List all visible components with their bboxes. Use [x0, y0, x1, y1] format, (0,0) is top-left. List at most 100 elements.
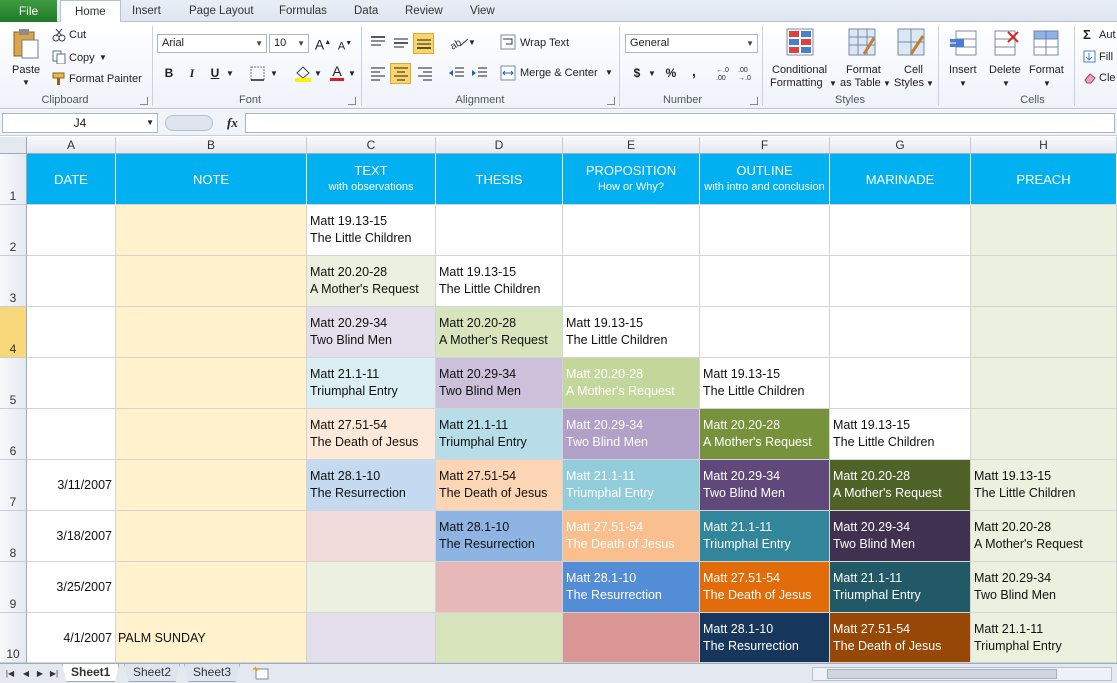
cell-a3[interactable] — [27, 256, 116, 307]
fill-color-dropdown-icon[interactable]: ▼ — [314, 69, 322, 78]
cell-g4[interactable] — [830, 307, 971, 358]
cell-g2[interactable] — [830, 205, 971, 256]
row-header-3[interactable]: 3 — [0, 256, 27, 307]
cell-a6[interactable] — [27, 409, 116, 460]
last-sheet-icon[interactable]: ▶| — [48, 667, 60, 681]
delete-button[interactable]: Delete — [989, 64, 1021, 76]
cell-h4[interactable] — [971, 307, 1117, 358]
merge-dropdown-icon[interactable]: ▼ — [605, 68, 613, 77]
cell-c3[interactable]: Matt 20.20-28 A Mother's Request — [307, 256, 436, 307]
cell-g7[interactable]: Matt 20.20-28 A Mother's Request — [830, 460, 971, 511]
cell-c4[interactable]: Matt 20.29-34 Two Blind Men — [307, 307, 436, 358]
cell-e3[interactable] — [563, 256, 700, 307]
align-middle-icon[interactable] — [392, 34, 410, 50]
cell-b9[interactable] — [116, 562, 307, 613]
header-cell-h[interactable]: PREACH — [971, 154, 1117, 205]
row-header-2[interactable]: 2 — [0, 205, 27, 256]
cell-d3[interactable]: Matt 19.13-15 The Little Children — [436, 256, 563, 307]
fill-button[interactable]: Fill — [1099, 51, 1113, 63]
font-launcher-icon[interactable] — [348, 97, 356, 105]
font-name-select[interactable]: Arial ▼ — [157, 34, 267, 53]
cell-b4[interactable] — [116, 307, 307, 358]
row-header-5[interactable]: 5 — [0, 358, 27, 409]
cell-f2[interactable] — [700, 205, 830, 256]
align-bottom-button[interactable] — [413, 33, 434, 54]
row-header-6[interactable]: 6 — [0, 409, 27, 460]
formula-input[interactable] — [245, 113, 1115, 133]
tab-formulas[interactable]: Formulas — [279, 0, 327, 22]
cell-h10[interactable]: Matt 21.1-11 Triumphal Entry — [971, 613, 1117, 663]
cell-g6[interactable]: Matt 19.13-15 The Little Children — [830, 409, 971, 460]
row-header-9[interactable]: 9 — [0, 562, 27, 613]
tab-home[interactable]: Home — [60, 0, 121, 23]
scrollbar-thumb[interactable] — [827, 669, 1057, 679]
column-header-h[interactable]: H — [971, 137, 1117, 154]
decrease-decimal-icon[interactable]: .00→.0 — [738, 64, 758, 82]
cell-d9[interactable] — [436, 562, 563, 613]
horizontal-scrollbar[interactable] — [812, 667, 1112, 681]
currency-button[interactable]: $ — [628, 64, 646, 82]
italic-button[interactable]: I — [183, 64, 201, 82]
underline-dropdown-icon[interactable]: ▼ — [226, 69, 234, 78]
cell-d4[interactable]: Matt 20.20-28 A Mother's Request — [436, 307, 563, 358]
cell-e8[interactable]: Matt 27.51-54 The Death of Jesus — [563, 511, 700, 562]
cell-a9[interactable]: 3/25/2007 — [27, 562, 116, 613]
header-cell-b[interactable]: NOTE — [116, 154, 307, 205]
column-header-e[interactable]: E — [563, 137, 700, 154]
tab-file[interactable]: File — [0, 0, 57, 22]
header-cell-d[interactable]: THESIS — [436, 154, 563, 205]
header-cell-g[interactable]: MARINADE — [830, 154, 971, 205]
formula-bar-splitter[interactable] — [165, 115, 213, 131]
paste-icon[interactable] — [12, 28, 40, 60]
orientation-dropdown-icon[interactable]: ▼ — [468, 38, 476, 47]
format-button[interactable]: Format — [1029, 64, 1064, 76]
cell-a7[interactable]: 3/11/2007 — [27, 460, 116, 511]
cell-b6[interactable] — [116, 409, 307, 460]
cell-h3[interactable] — [971, 256, 1117, 307]
borders-dropdown-icon[interactable]: ▼ — [270, 69, 278, 78]
cell-d6[interactable]: Matt 21.1-11 Triumphal Entry — [436, 409, 563, 460]
grow-font-button[interactable]: A▲ — [314, 34, 332, 53]
sheet-tab-2[interactable]: Sheet2 — [124, 664, 181, 682]
align-center-button[interactable] — [390, 63, 411, 84]
column-header-d[interactable]: D — [436, 137, 563, 154]
insert-button[interactable]: Insert — [949, 64, 977, 76]
cell-e5[interactable]: Matt 20.20-28 A Mother's Request — [563, 358, 700, 409]
cell-d2[interactable] — [436, 205, 563, 256]
row-header-8[interactable]: 8 — [0, 511, 27, 562]
cell-e6[interactable]: Matt 20.29-34 Two Blind Men — [563, 409, 700, 460]
conditional-dropdown-icon[interactable]: ▼ — [829, 79, 837, 88]
header-cell-a[interactable]: DATE — [27, 154, 116, 205]
format-table-dropdown-icon[interactable]: ▼ — [883, 79, 891, 88]
cell-g8[interactable]: Matt 20.29-34 Two Blind Men — [830, 511, 971, 562]
cell-b8[interactable] — [116, 511, 307, 562]
number-launcher-icon[interactable] — [750, 97, 758, 105]
currency-dropdown-icon[interactable]: ▼ — [648, 69, 656, 78]
cell-g5[interactable] — [830, 358, 971, 409]
column-header-b[interactable]: B — [116, 137, 307, 154]
cell-a5[interactable] — [27, 358, 116, 409]
header-cell-f[interactable]: OUTLINE with intro and conclusion — [700, 154, 830, 205]
tab-review[interactable]: Review — [405, 0, 443, 22]
cell-b7[interactable] — [116, 460, 307, 511]
delete-dropdown-icon[interactable]: ▼ — [1002, 79, 1010, 88]
cell-c2[interactable]: Matt 19.13-15 The Little Children — [307, 205, 436, 256]
cell-h2[interactable] — [971, 205, 1117, 256]
cell-b5[interactable] — [116, 358, 307, 409]
cell-e7[interactable]: Matt 21.1-11 Triumphal Entry — [563, 460, 700, 511]
first-sheet-icon[interactable]: |◀ — [4, 667, 16, 681]
paste-dropdown-icon[interactable]: ▼ — [22, 78, 30, 87]
percent-button[interactable]: % — [662, 64, 680, 82]
align-top-icon[interactable] — [369, 34, 387, 50]
cell-c10[interactable] — [307, 613, 436, 663]
cell-g10[interactable]: Matt 27.51-54 The Death of Jesus — [830, 613, 971, 663]
fill-color-icon[interactable] — [294, 64, 312, 82]
format-as-table-button[interactable]: Format — [846, 64, 881, 76]
column-header-c[interactable]: C — [307, 137, 436, 154]
insert-dropdown-icon[interactable]: ▼ — [959, 79, 967, 88]
increase-decimal-icon[interactable]: ←.0.00 — [716, 64, 736, 82]
number-format-select[interactable]: General ▼ — [625, 34, 758, 53]
merge-center-button[interactable]: Merge & Center — [520, 67, 598, 79]
next-sheet-icon[interactable]: ▶ — [34, 667, 46, 681]
tab-view[interactable]: View — [470, 0, 495, 22]
